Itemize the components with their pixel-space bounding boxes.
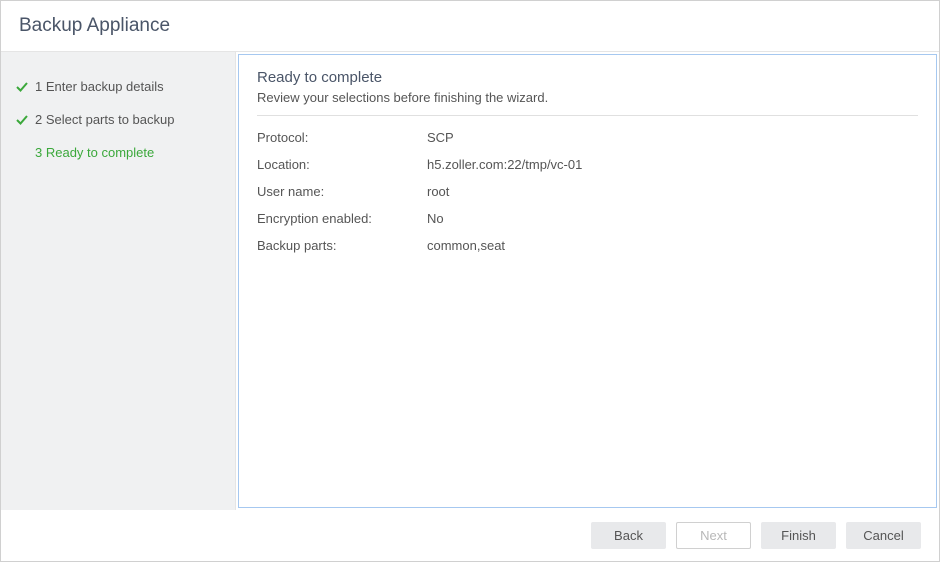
dialog-body: 1 Enter backup details 2 Select parts to… — [1, 52, 939, 510]
summary-label: Location: — [257, 157, 427, 172]
backup-appliance-dialog: Backup Appliance 1 Enter backup details … — [0, 0, 940, 562]
step-enter-backup-details[interactable]: 1 Enter backup details — [1, 70, 235, 103]
step-select-parts-to-backup[interactable]: 2 Select parts to backup — [1, 103, 235, 136]
step-label: 3 Ready to complete — [35, 145, 154, 160]
step-ready-to-complete[interactable]: 3 Ready to complete — [1, 136, 235, 169]
step-label: 2 Select parts to backup — [35, 112, 174, 127]
summary-value: h5.zoller.com:22/tmp/vc-01 — [427, 157, 918, 172]
summary-label: Backup parts: — [257, 238, 427, 253]
main-subtitle: Review your selections before finishing … — [257, 90, 918, 105]
summary-row-username: User name: root — [257, 184, 918, 199]
step-label: 1 Enter backup details — [35, 79, 164, 94]
summary-value: SCP — [427, 130, 918, 145]
divider — [257, 115, 918, 116]
summary-row-location: Location: h5.zoller.com:22/tmp/vc-01 — [257, 157, 918, 172]
wizard-sidebar: 1 Enter backup details 2 Select parts to… — [1, 52, 236, 510]
summary-value: No — [427, 211, 918, 226]
finish-button[interactable]: Finish — [761, 522, 836, 549]
wizard-main-panel: Ready to complete Review your selections… — [238, 54, 937, 508]
summary-table: Protocol: SCP Location: h5.zoller.com:22… — [257, 130, 918, 253]
dialog-footer: Back Next Finish Cancel — [1, 510, 939, 561]
checkmark-icon — [15, 113, 29, 127]
main-title: Ready to complete — [257, 69, 918, 86]
summary-row-protocol: Protocol: SCP — [257, 130, 918, 145]
summary-value: common,seat — [427, 238, 918, 253]
dialog-title: Backup Appliance — [19, 15, 921, 37]
summary-row-encryption: Encryption enabled: No — [257, 211, 918, 226]
summary-label: Encryption enabled: — [257, 211, 427, 226]
dialog-header: Backup Appliance — [1, 1, 939, 52]
summary-label: User name: — [257, 184, 427, 199]
next-button: Next — [676, 522, 751, 549]
back-button[interactable]: Back — [591, 522, 666, 549]
summary-row-backup-parts: Backup parts: common,seat — [257, 238, 918, 253]
cancel-button[interactable]: Cancel — [846, 522, 921, 549]
checkmark-icon — [15, 80, 29, 94]
summary-value: root — [427, 184, 918, 199]
summary-label: Protocol: — [257, 130, 427, 145]
